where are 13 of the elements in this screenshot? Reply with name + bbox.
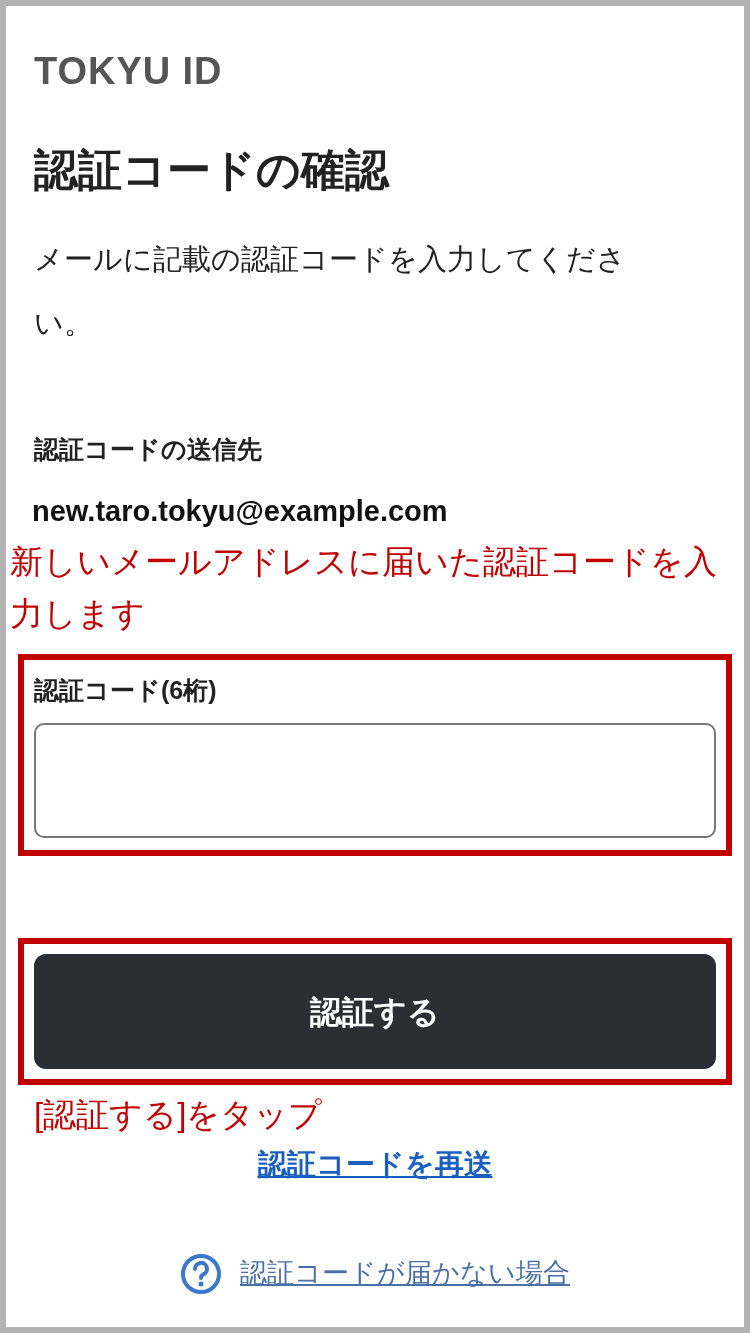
instruction-text: メールに記載の認証コードを入力してください。 xyxy=(34,242,627,341)
code-input-field[interactable] xyxy=(34,723,716,838)
page-title: 認証コードの確認 xyxy=(34,144,391,196)
verify-button[interactable]: 認証する xyxy=(34,954,716,1069)
help-icon xyxy=(180,1252,222,1295)
field-label: 認証コード(6桁) xyxy=(34,674,218,706)
email-address: new.taro.tokyu@example.com xyxy=(32,496,449,526)
help-link[interactable]: 認証コードが届かない場合 xyxy=(240,1253,570,1294)
annotation-text: 新しいメールアドレスに届いた認証コードを入力します xyxy=(10,541,718,634)
resend-link[interactable]: 認証コードを再送 xyxy=(257,1143,493,1187)
logo: TOKYU ID xyxy=(34,52,224,90)
annotation-text: [認証する]をタップ xyxy=(34,1095,324,1135)
destination-label: 認証コードの送信先 xyxy=(34,434,263,465)
